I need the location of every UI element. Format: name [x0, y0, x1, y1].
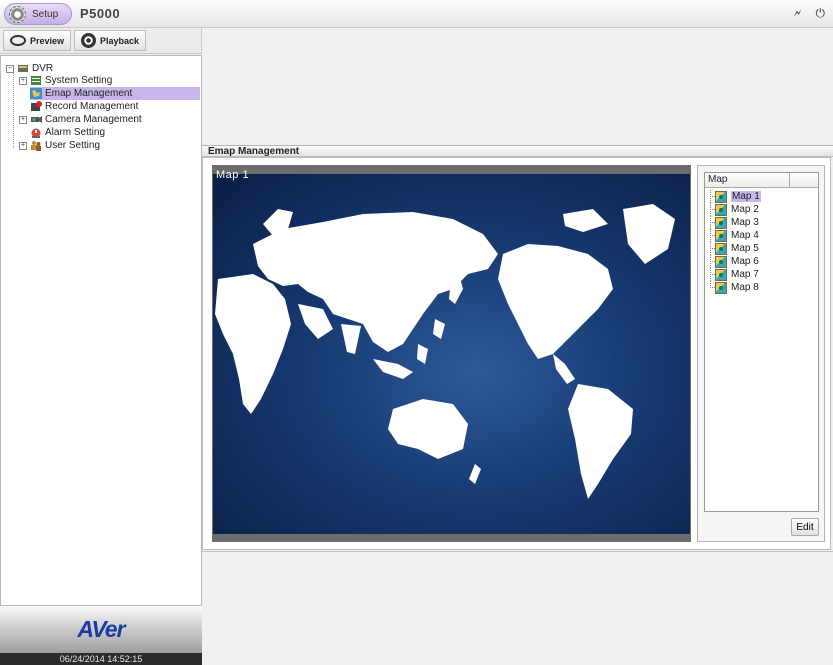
power-icon[interactable]: ⏻ [816, 6, 826, 21]
map-icon [715, 216, 727, 229]
map-title-overlay: Map 1 [216, 169, 250, 181]
world-map-image[interactable] [213, 174, 690, 534]
expand-icon[interactable]: + [19, 76, 27, 85]
gear-icon [9, 5, 26, 23]
map-list[interactable]: Map Map 1 Map 2 Map 3 Map 4 Map 5 Map 6 … [704, 172, 819, 512]
tab-playback[interactable]: Playback [74, 30, 147, 51]
tree-item-label: Record Management [45, 101, 139, 112]
setup-label: Setup [32, 8, 59, 20]
usb-icon[interactable]: 🗲 [794, 6, 802, 21]
settings-tree: − DVR + System Setting Emap Management R… [0, 55, 202, 606]
emap-icon [30, 88, 42, 99]
map-list-item[interactable]: Map 3 [705, 216, 818, 229]
setup-button[interactable]: Setup [4, 3, 72, 25]
map-list-item[interactable]: Map 2 [705, 203, 818, 216]
tree-item-system-setting[interactable]: + System Setting [19, 74, 112, 87]
brand-panel: AVer [0, 606, 202, 653]
alarm-icon [31, 128, 41, 138]
record-icon [31, 101, 42, 111]
tree-item-record-management[interactable]: Record Management [30, 100, 138, 113]
tab-preview-label: Preview [30, 35, 65, 46]
system-setting-icon [31, 76, 41, 85]
map-list-item[interactable]: Map 5 [705, 242, 818, 255]
map-icon [715, 255, 727, 268]
map-list-item[interactable]: Map 7 [705, 268, 818, 281]
edit-button[interactable]: Edit [791, 518, 819, 536]
dvr-icon [18, 65, 28, 72]
tree-item-camera-management[interactable]: + Camera Management [19, 113, 142, 126]
view-tabs: Preview Playback [0, 28, 202, 54]
map-icon [715, 190, 727, 203]
datetime-display: 06/24/2014 14:52:15 [0, 653, 202, 665]
eye-icon [10, 35, 26, 46]
map-icon [715, 229, 727, 242]
world-map-graphic [215, 204, 675, 499]
map-list-item[interactable]: Map 6 [705, 255, 818, 268]
map-icon [715, 268, 727, 281]
tree-item-user-setting[interactable]: + User Setting [19, 139, 100, 152]
tree-root-label: DVR [32, 63, 54, 74]
map-icon [715, 203, 727, 216]
device-model: P5000 [80, 6, 121, 21]
tree-item-alarm-setting[interactable]: Alarm Setting [30, 126, 105, 139]
collapse-icon[interactable]: − [6, 64, 14, 73]
content-top-area [202, 28, 833, 145]
map-list-item[interactable]: Map 4 [705, 229, 818, 242]
expand-icon[interactable]: + [19, 115, 27, 124]
aver-logo: AVer [77, 616, 125, 642]
section-title: Emap Management [202, 145, 833, 157]
camera-icon [31, 116, 42, 123]
map-icon [715, 281, 727, 294]
tab-playback-label: Playback [100, 35, 140, 46]
tree-item-label: User Setting [45, 140, 101, 151]
map-icon [715, 242, 727, 255]
expand-icon[interactable]: + [19, 141, 27, 150]
tree-item-label: Alarm Setting [45, 127, 106, 138]
map-list-header[interactable]: Map [705, 173, 818, 188]
tree-item-label: System Setting [45, 75, 113, 86]
tab-preview[interactable]: Preview [3, 30, 72, 51]
tree-item-label: Camera Management [45, 114, 142, 125]
map-view[interactable]: Map 1 [212, 165, 691, 542]
users-icon [31, 141, 41, 151]
map-list-item[interactable]: Map 8 [705, 281, 818, 294]
film-reel-icon [81, 33, 97, 48]
content-bottom-area [202, 551, 833, 665]
tree-item-label: Emap Management [45, 88, 133, 99]
tree-item-emap-management[interactable]: Emap Management [30, 87, 200, 100]
top-bar: Setup P5000 🗲 ⏻ [0, 0, 833, 28]
map-list-item[interactable]: Map 1 [705, 190, 818, 203]
